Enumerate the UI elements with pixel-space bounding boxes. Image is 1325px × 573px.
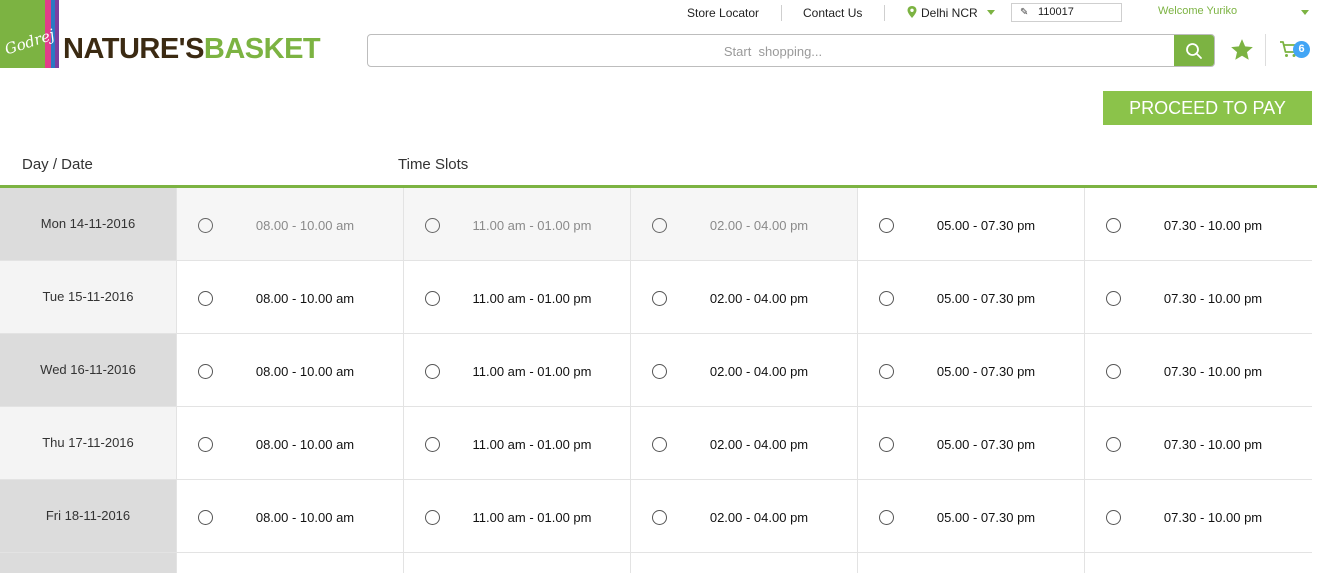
time-slot-option[interactable]: 05.00 - 07.30 pm bbox=[857, 261, 1084, 333]
table-row-partial bbox=[0, 553, 1312, 573]
slot-time-label: 05.00 - 07.30 pm bbox=[936, 437, 1036, 452]
store-locator-link[interactable]: Store Locator bbox=[687, 6, 759, 20]
time-slot-option bbox=[630, 553, 857, 573]
slot-time-label: 05.00 - 07.30 pm bbox=[936, 218, 1036, 233]
row-date: Wed 16-11-2016 bbox=[0, 334, 176, 406]
pencil-icon: ✎ bbox=[1020, 7, 1029, 18]
time-slot-option[interactable]: 02.00 - 04.00 pm bbox=[630, 261, 857, 333]
search-input[interactable] bbox=[368, 35, 1178, 66]
time-slot-option[interactable]: 05.00 - 07.30 pm bbox=[857, 334, 1084, 406]
slot-time-label: 07.30 - 10.00 pm bbox=[1163, 218, 1263, 233]
contact-us-link[interactable]: Contact Us bbox=[803, 6, 862, 20]
slot-time-label: 02.00 - 04.00 pm bbox=[709, 218, 809, 233]
table-row: Fri 18-11-2016 08.00 - 10.00 am 11.00 am -… bbox=[0, 480, 1312, 553]
header-separator bbox=[884, 5, 885, 21]
time-slot-option[interactable]: 07.30 - 10.00 pm bbox=[1084, 334, 1311, 406]
time-slot-option[interactable]: 07.30 - 10.00 pm bbox=[1084, 480, 1311, 552]
row-date: Mon 14-11-2016 bbox=[0, 188, 176, 260]
time-slot-option[interactable]: 02.00 - 04.00 pm bbox=[630, 334, 857, 406]
star-icon[interactable] bbox=[1229, 37, 1255, 63]
time-slot-option[interactable]: 11.00 am - 01.00 pm bbox=[403, 407, 630, 479]
column-header-time-slots: Time Slots bbox=[398, 156, 469, 173]
brand-stripe-purple bbox=[55, 0, 59, 68]
slot-time-label: 08.00 - 10.00 am bbox=[255, 218, 355, 233]
time-slot-option[interactable]: 07.30 - 10.00 pm bbox=[1084, 407, 1311, 479]
time-slot-option[interactable]: 11.00 am - 01.00 pm bbox=[403, 261, 630, 333]
search-button[interactable] bbox=[1174, 35, 1214, 66]
time-slot-option[interactable]: 08.00 - 10.00 am bbox=[176, 261, 403, 333]
time-slot-option[interactable]: 05.00 - 07.30 pm bbox=[857, 407, 1084, 479]
pincode-field[interactable]: ✎ 110017 bbox=[1011, 3, 1122, 22]
row-date: Thu 17-11-2016 bbox=[0, 407, 176, 479]
logo-word-basket: BASKET bbox=[203, 33, 321, 65]
row-date bbox=[0, 553, 176, 573]
slot-time-label: 08.00 - 10.00 am bbox=[255, 291, 355, 306]
slot-time-label: 11.00 am - 01.00 pm bbox=[472, 510, 592, 525]
slot-time-label: 07.30 - 10.00 pm bbox=[1163, 510, 1263, 525]
site-logo[interactable]: NATURE'SBASKET bbox=[63, 33, 321, 65]
time-slot-option[interactable]: 07.30 - 10.00 pm bbox=[1084, 188, 1311, 260]
search-bar bbox=[367, 34, 1215, 67]
brand-stripe: Godrej bbox=[0, 0, 62, 68]
slot-time-label: 02.00 - 04.00 pm bbox=[709, 364, 809, 379]
slot-time-label: 05.00 - 07.30 pm bbox=[936, 510, 1036, 525]
slot-time-label: 07.30 - 10.00 pm bbox=[1163, 437, 1263, 452]
slot-time-label: 05.00 - 07.30 pm bbox=[936, 291, 1036, 306]
time-slot-option[interactable]: 08.00 - 10.00 am bbox=[176, 407, 403, 479]
time-slot-option: 02.00 - 04.00 pm bbox=[630, 188, 857, 260]
city-selector[interactable]: Delhi NCR bbox=[921, 6, 978, 20]
logo-word-natures: NATURE'S bbox=[63, 33, 204, 65]
slot-time-label: 07.30 - 10.00 pm bbox=[1163, 364, 1263, 379]
time-slot-option[interactable]: 05.00 - 07.30 pm bbox=[857, 480, 1084, 552]
time-slot-option: 08.00 - 10.00 am bbox=[176, 188, 403, 260]
slot-time-label: 07.30 - 10.00 pm bbox=[1163, 291, 1263, 306]
pincode-value: 110017 bbox=[1038, 6, 1074, 18]
time-slot-option[interactable]: 05.00 - 07.30 pm bbox=[857, 188, 1084, 260]
welcome-user[interactable]: Welcome Yuriko bbox=[1158, 5, 1237, 17]
slot-time-label: 11.00 am - 01.00 pm bbox=[472, 291, 592, 306]
time-slot-option[interactable]: 11.00 am - 01.00 pm bbox=[403, 334, 630, 406]
table-row: Wed 16-11-2016 08.00 - 10.00 am 11.00 am -… bbox=[0, 334, 1312, 407]
time-slot-option bbox=[176, 553, 403, 573]
row-date: Fri 18-11-2016 bbox=[0, 480, 176, 552]
time-slot-option[interactable]: 02.00 - 04.00 pm bbox=[630, 480, 857, 552]
slot-time-label: 11.00 am - 01.00 pm bbox=[472, 437, 592, 452]
time-slot-option[interactable]: 02.00 - 04.00 pm bbox=[630, 407, 857, 479]
time-slot-option[interactable]: 11.00 am - 01.00 pm bbox=[403, 480, 630, 552]
slot-time-label: 02.00 - 04.00 pm bbox=[709, 510, 809, 525]
table-row: Tue 15-11-2016 08.00 - 10.00 am 11.00 am -… bbox=[0, 261, 1312, 334]
time-slot-option[interactable]: 08.00 - 10.00 am bbox=[176, 480, 403, 552]
time-slot-option: 11.00 am - 01.00 pm bbox=[403, 188, 630, 260]
column-header-day: Day / Date bbox=[22, 156, 93, 173]
slot-time-label: 11.00 am - 01.00 pm bbox=[472, 218, 592, 233]
slot-time-label: 02.00 - 04.00 pm bbox=[709, 437, 809, 452]
proceed-to-pay-button[interactable]: PROCEED TO PAY bbox=[1103, 91, 1312, 125]
time-slot-option bbox=[857, 553, 1084, 573]
slot-time-label: 08.00 - 10.00 am bbox=[255, 364, 355, 379]
chevron-down-icon[interactable] bbox=[987, 10, 995, 15]
location-pin-icon bbox=[907, 6, 917, 18]
header-divider bbox=[1265, 34, 1266, 66]
chevron-down-icon[interactable] bbox=[1301, 10, 1309, 15]
header-separator bbox=[781, 5, 782, 21]
row-date: Tue 15-11-2016 bbox=[0, 261, 176, 333]
time-slot-option[interactable]: 07.30 - 10.00 pm bbox=[1084, 261, 1311, 333]
time-slot-option bbox=[1084, 553, 1311, 573]
cart-count-badge: 6 bbox=[1293, 41, 1310, 58]
table-row: Mon 14-11-2016 08.00 - 10.00 am 11.00 am -… bbox=[0, 188, 1312, 261]
slot-time-label: 08.00 - 10.00 am bbox=[255, 510, 355, 525]
slot-time-label: 11.00 am - 01.00 pm bbox=[472, 364, 592, 379]
slot-time-label: 08.00 - 10.00 am bbox=[255, 437, 355, 452]
slot-time-label: 05.00 - 07.30 pm bbox=[936, 364, 1036, 379]
search-icon bbox=[1186, 43, 1202, 59]
time-slot-option[interactable]: 08.00 - 10.00 am bbox=[176, 334, 403, 406]
delivery-slot-grid: Mon 14-11-2016 08.00 - 10.00 am 11.00 am -… bbox=[0, 188, 1312, 573]
table-row: Thu 17-11-2016 08.00 - 10.00 am 11.00 am -… bbox=[0, 407, 1312, 480]
slot-time-label: 02.00 - 04.00 pm bbox=[709, 291, 809, 306]
time-slot-option bbox=[403, 553, 630, 573]
